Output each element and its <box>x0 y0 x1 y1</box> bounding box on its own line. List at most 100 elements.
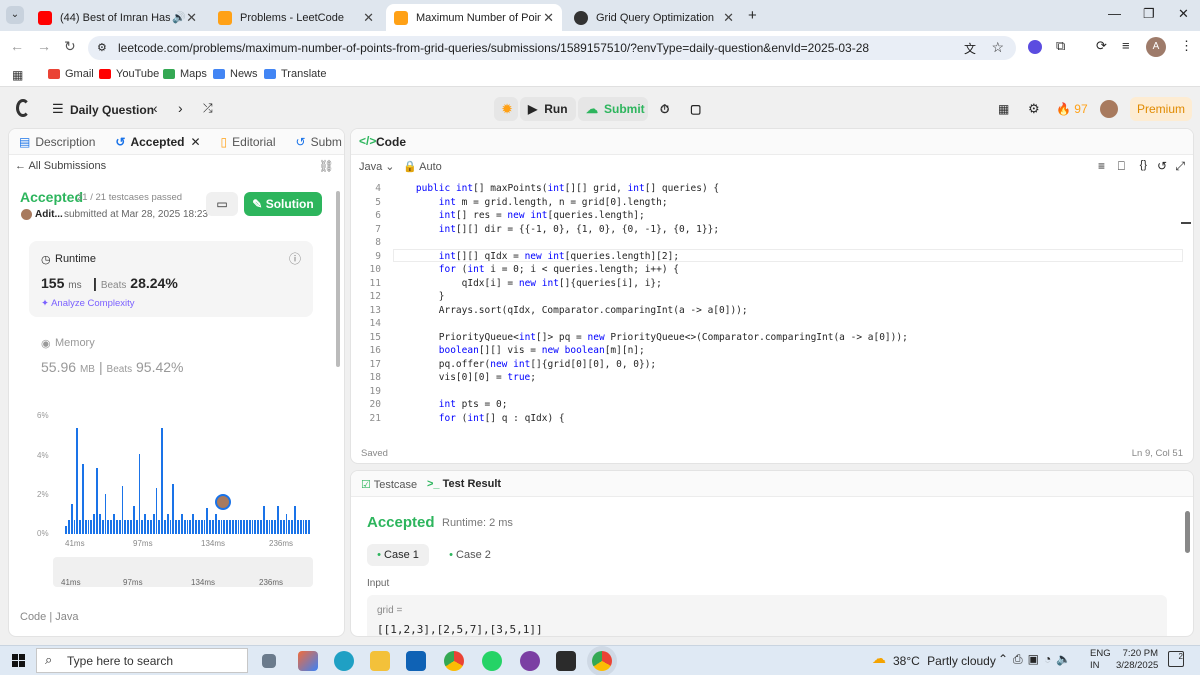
info-icon[interactable]: ⓘ <box>289 250 301 267</box>
chart-bar[interactable] <box>115 520 118 534</box>
chart-bar[interactable] <box>107 520 110 534</box>
task-view-icon[interactable] <box>262 654 276 668</box>
chart-bar[interactable] <box>212 520 214 534</box>
chart-bar[interactable] <box>186 520 189 534</box>
chart-bar[interactable] <box>90 520 93 534</box>
chart-bar[interactable] <box>132 506 135 534</box>
chart-bar[interactable] <box>118 520 121 534</box>
chart-bar[interactable] <box>124 520 127 534</box>
prev-question-icon[interactable]: ‹ <box>153 100 158 116</box>
all-submissions-link[interactable]: ← All Submissions <box>15 160 106 172</box>
layout-icon[interactable]: ▦ <box>998 102 1009 116</box>
settings-icon[interactable]: ⚙ <box>1028 101 1040 117</box>
chart-bar[interactable] <box>302 520 305 534</box>
chart-bar[interactable] <box>104 494 107 534</box>
puzzle-icon[interactable]: ⧉ <box>1056 38 1065 54</box>
chart-bar[interactable] <box>73 520 76 534</box>
chart-bar[interactable] <box>149 520 152 534</box>
chart-bar[interactable] <box>237 520 240 534</box>
chart-bar[interactable] <box>243 520 245 534</box>
back-icon[interactable]: ← <box>10 38 24 54</box>
chart-bar[interactable] <box>282 520 285 534</box>
submit-button[interactable]: ☁ Submit <box>578 97 648 121</box>
tab-editorial[interactable]: ▯ Editorial <box>211 129 286 155</box>
debug-button[interactable]: ✹ <box>494 97 518 121</box>
bookmark-maps[interactable]: Maps <box>163 68 207 80</box>
chart-bar[interactable] <box>166 514 169 534</box>
language-select[interactable]: Java ⌄ <box>359 160 395 173</box>
chart-bar[interactable] <box>65 526 67 534</box>
url-bar[interactable]: ⚙ leetcode.com/problems/maximum-number-o… <box>88 36 1016 60</box>
chart-bar[interactable] <box>152 514 155 534</box>
chart-bar[interactable] <box>214 514 217 534</box>
language-indicator[interactable]: ENG IN <box>1090 648 1111 672</box>
github-icon[interactable] <box>520 651 540 671</box>
chart-bar[interactable] <box>246 520 248 534</box>
chart-bar[interactable] <box>288 520 291 534</box>
chart-bar[interactable] <box>279 520 282 534</box>
tab-accepted[interactable]: ↺ Accepted ✕ <box>105 129 210 155</box>
chart-bar[interactable] <box>195 520 197 534</box>
taskbar-search[interactable]: ⌕ Type here to search <box>36 648 248 673</box>
weather-temp[interactable]: 38°C Partly cloudy <box>893 654 996 668</box>
bookmark-icon[interactable]: ⎕ <box>1118 159 1125 174</box>
user-avatar[interactable] <box>1100 100 1118 118</box>
chart-bar[interactable] <box>271 520 274 534</box>
scrollbar[interactable] <box>336 191 340 367</box>
browser-tab-youtube[interactable]: (44) Best of Imran Hashmi s 🔊 ✕ <box>30 4 205 31</box>
streak-counter[interactable]: 🔥 97 <box>1056 102 1088 116</box>
chart-bar[interactable] <box>172 484 175 534</box>
menu-icon[interactable]: ⋮ <box>1180 38 1193 54</box>
chart-bar[interactable] <box>254 520 257 534</box>
chart-bar[interactable] <box>82 464 84 534</box>
clock[interactable]: 7:20 PM 3/28/2025 <box>1116 648 1158 672</box>
chart-bar[interactable] <box>169 520 172 534</box>
chart-bar[interactable] <box>277 506 279 534</box>
bookmark-youtube[interactable]: YouTube <box>99 68 159 80</box>
translate-icon[interactable]: 文 <box>964 40 976 57</box>
case-1-tab[interactable]: • Case 1 <box>367 544 429 566</box>
chart-bar[interactable] <box>144 514 147 534</box>
sync-icon[interactable]: ⟳ <box>1096 38 1107 54</box>
chart-bar[interactable] <box>234 520 237 534</box>
my-submission-marker[interactable] <box>215 494 231 510</box>
chart-bar[interactable] <box>285 514 288 534</box>
forward-icon[interactable]: → <box>37 38 51 54</box>
chart-bar[interactable] <box>305 520 308 534</box>
bookmark-news[interactable]: News <box>213 68 258 80</box>
chart-bar[interactable] <box>96 468 98 534</box>
chart-bar[interactable] <box>164 520 166 534</box>
chart-bar[interactable] <box>226 520 229 534</box>
chart-bar[interactable] <box>260 520 262 534</box>
chart-bar[interactable] <box>183 520 186 534</box>
chart-bar[interactable] <box>135 520 138 534</box>
shuffle-icon[interactable]: ⤮ <box>203 101 213 116</box>
chart-bar[interactable] <box>189 520 192 534</box>
chart-range-slider[interactable]: 41ms 97ms 134ms 236ms <box>53 557 313 587</box>
chart-bar[interactable] <box>299 520 302 534</box>
restore-icon[interactable]: ❐ <box>1143 6 1155 22</box>
case-2-tab[interactable]: • Case 2 <box>439 544 501 566</box>
chart-bar[interactable] <box>274 520 277 534</box>
braces-icon[interactable]: {} <box>1140 159 1147 171</box>
chart-bar[interactable] <box>220 520 223 534</box>
chart-bar[interactable] <box>262 506 265 534</box>
leetcode-logo[interactable] <box>16 99 30 117</box>
list-icon[interactable]: ☰ <box>52 101 64 117</box>
bookmark-gmail[interactable]: Gmail <box>48 68 94 80</box>
chart-bar[interactable] <box>296 520 299 534</box>
scrollbar[interactable] <box>1185 511 1190 553</box>
tab-submissions[interactable]: ↺ Subm <box>286 129 345 155</box>
tab-description[interactable]: ▤ Description <box>9 129 105 155</box>
chart-bar[interactable] <box>130 520 132 534</box>
notes-button[interactable]: ▢ <box>682 97 708 121</box>
chart-bar[interactable] <box>240 520 243 534</box>
apps-icon[interactable]: ▦ <box>12 68 23 82</box>
chart-bar[interactable] <box>101 520 104 534</box>
chart-bar[interactable] <box>98 514 101 534</box>
chart-bar[interactable] <box>147 520 149 534</box>
copilot-icon[interactable] <box>298 651 318 671</box>
app-icon[interactable] <box>556 651 576 671</box>
outlook-icon[interactable] <box>406 651 426 671</box>
chart-bar[interactable] <box>178 520 180 534</box>
